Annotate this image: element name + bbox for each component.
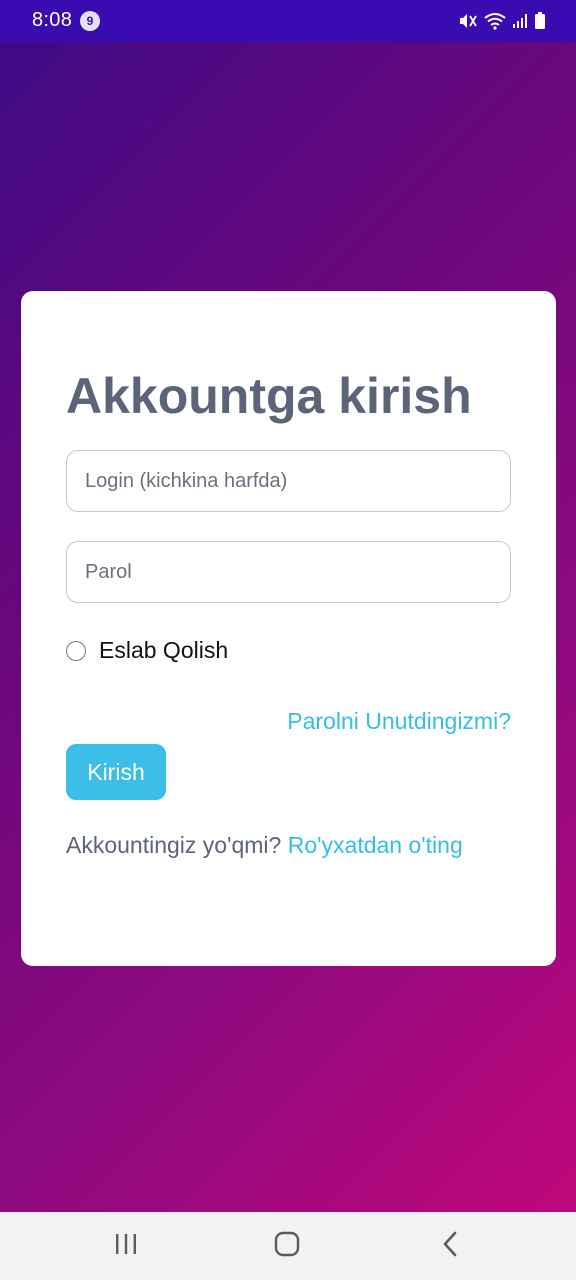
status-bar: 8:08 9 (0, 0, 576, 42)
home-icon (274, 1231, 300, 1262)
remember-me-label: Eslab Qolish (99, 637, 229, 663)
home-button[interactable] (267, 1230, 307, 1262)
mute-icon (458, 12, 478, 30)
wifi-icon (484, 12, 506, 30)
recent-apps-button[interactable] (106, 1230, 146, 1262)
status-icons (458, 10, 546, 32)
back-button[interactable] (430, 1230, 470, 1262)
signal-icon (512, 13, 528, 29)
status-time: 8:08 (32, 9, 73, 31)
remember-me-radio[interactable] (66, 640, 86, 661)
remember-me-option[interactable]: Eslab Qolish (66, 637, 228, 664)
navigation-bar (0, 1212, 576, 1280)
battery-icon (534, 12, 546, 30)
recent-apps-icon (114, 1233, 138, 1260)
login-input[interactable] (66, 450, 511, 512)
back-icon (441, 1231, 459, 1262)
notification-badge: 9 (80, 11, 100, 31)
signup-link[interactable]: Ro'yxatdan o'ting (288, 832, 463, 858)
forgot-password-link[interactable]: Parolni Unutdingizmi? (287, 708, 511, 735)
login-card: Akkountga kirish Eslab Qolish Parolni Un… (21, 291, 556, 966)
password-input[interactable] (66, 541, 511, 603)
signup-prompt: Akkountingiz yo'qmi? Ro'yxatdan o'ting (66, 832, 463, 859)
signup-prompt-text: Akkountingiz yo'qmi? (66, 832, 282, 858)
login-button[interactable]: Kirish (66, 744, 166, 800)
page-title: Akkountga kirish (66, 368, 472, 424)
